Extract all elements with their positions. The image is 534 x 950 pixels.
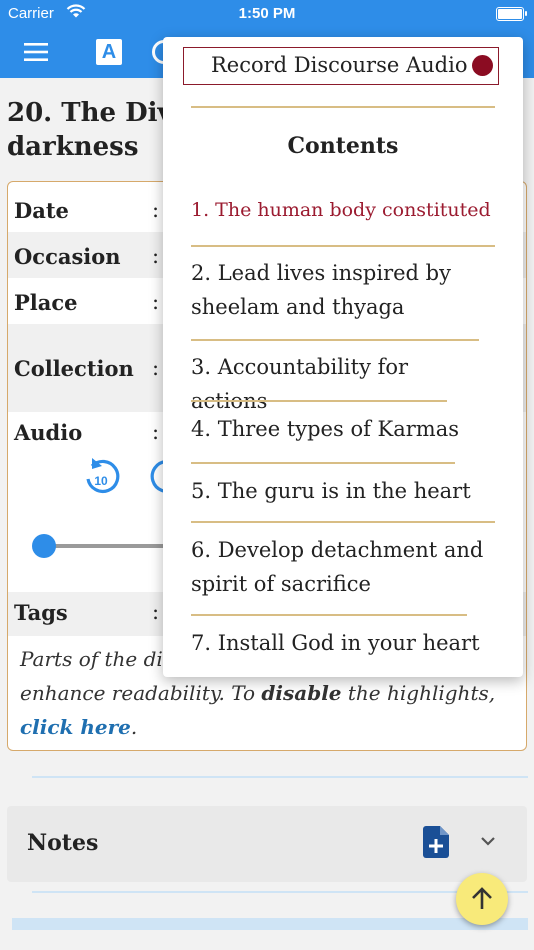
notes-section[interactable]: Notes (7, 806, 527, 882)
bottom-strip (12, 918, 528, 930)
contents-menu: Record Discourse Audio Contents 1. The h… (163, 37, 523, 677)
arrow-up-icon (472, 887, 492, 909)
info-colon: : (152, 600, 160, 624)
menu-divider (191, 462, 455, 464)
info-label-audio: Audio (14, 420, 83, 445)
info-colon: : (152, 198, 160, 222)
audio-progress-track[interactable] (44, 544, 174, 548)
toc-item-2[interactable]: 2. Lead lives inspired by sheelam and th… (191, 256, 491, 324)
clock: 1:50 PM (238, 5, 296, 22)
menu-divider (191, 106, 495, 108)
toc-item-6[interactable]: 6. Develop detachment and spirit of sacr… (191, 533, 491, 601)
divider (32, 776, 528, 778)
highlight-note-line-3: click here. (20, 710, 520, 744)
scroll-to-top-button[interactable] (456, 873, 508, 925)
info-label-collection: Collection (14, 356, 134, 381)
toc-item-5[interactable]: 5. The guru is in the heart (191, 474, 491, 508)
replay-10-icon[interactable]: 10 (82, 454, 120, 498)
info-colon: : (152, 356, 160, 380)
info-colon: : (152, 420, 160, 444)
highlight-note-line-2: enhance readability. To disable the high… (20, 676, 520, 710)
chevron-down-icon[interactable] (479, 834, 497, 848)
record-discourse-audio-button[interactable]: Record Discourse Audio (183, 47, 499, 85)
notes-label: Notes (27, 830, 99, 856)
info-label-tags: Tags (14, 600, 68, 625)
toc-item-7[interactable]: 7. Install God in your heart (191, 626, 491, 660)
info-colon: : (152, 290, 160, 314)
click-here-link[interactable]: click here (20, 715, 131, 739)
toc-item-3[interactable]: 3. Accountability for actions (191, 350, 491, 418)
menu-divider (191, 614, 467, 616)
divider (32, 891, 528, 893)
contents-heading: Contents (287, 133, 399, 159)
note-text: the highlights, (341, 681, 496, 705)
replay-seconds: 10 (94, 474, 108, 488)
info-colon: : (152, 244, 160, 268)
hamburger-menu-icon[interactable] (24, 42, 48, 62)
add-note-icon[interactable] (423, 826, 449, 858)
battery-icon (496, 7, 527, 21)
status-bar: Carrier 1:50 PM (0, 0, 534, 28)
note-end: . (130, 715, 138, 739)
info-label-occasion: Occasion (14, 244, 121, 269)
toc-item-1[interactable]: 1. The human body constituted (191, 193, 491, 227)
note-disable-word: disable (261, 681, 342, 705)
toc-item-4[interactable]: 4. Three types of Karmas (191, 412, 491, 446)
record-dot-icon (472, 55, 493, 76)
menu-divider (191, 521, 495, 523)
record-label: Record Discourse Audio (211, 53, 468, 77)
menu-divider (191, 400, 447, 402)
audio-progress-thumb[interactable] (32, 534, 56, 558)
info-label-date: Date (14, 198, 69, 223)
menu-divider (191, 245, 495, 247)
info-label-place: Place (14, 290, 78, 315)
note-text: enhance readability. To (20, 681, 262, 705)
font-size-icon[interactable]: A (96, 39, 122, 65)
menu-divider (191, 339, 479, 341)
